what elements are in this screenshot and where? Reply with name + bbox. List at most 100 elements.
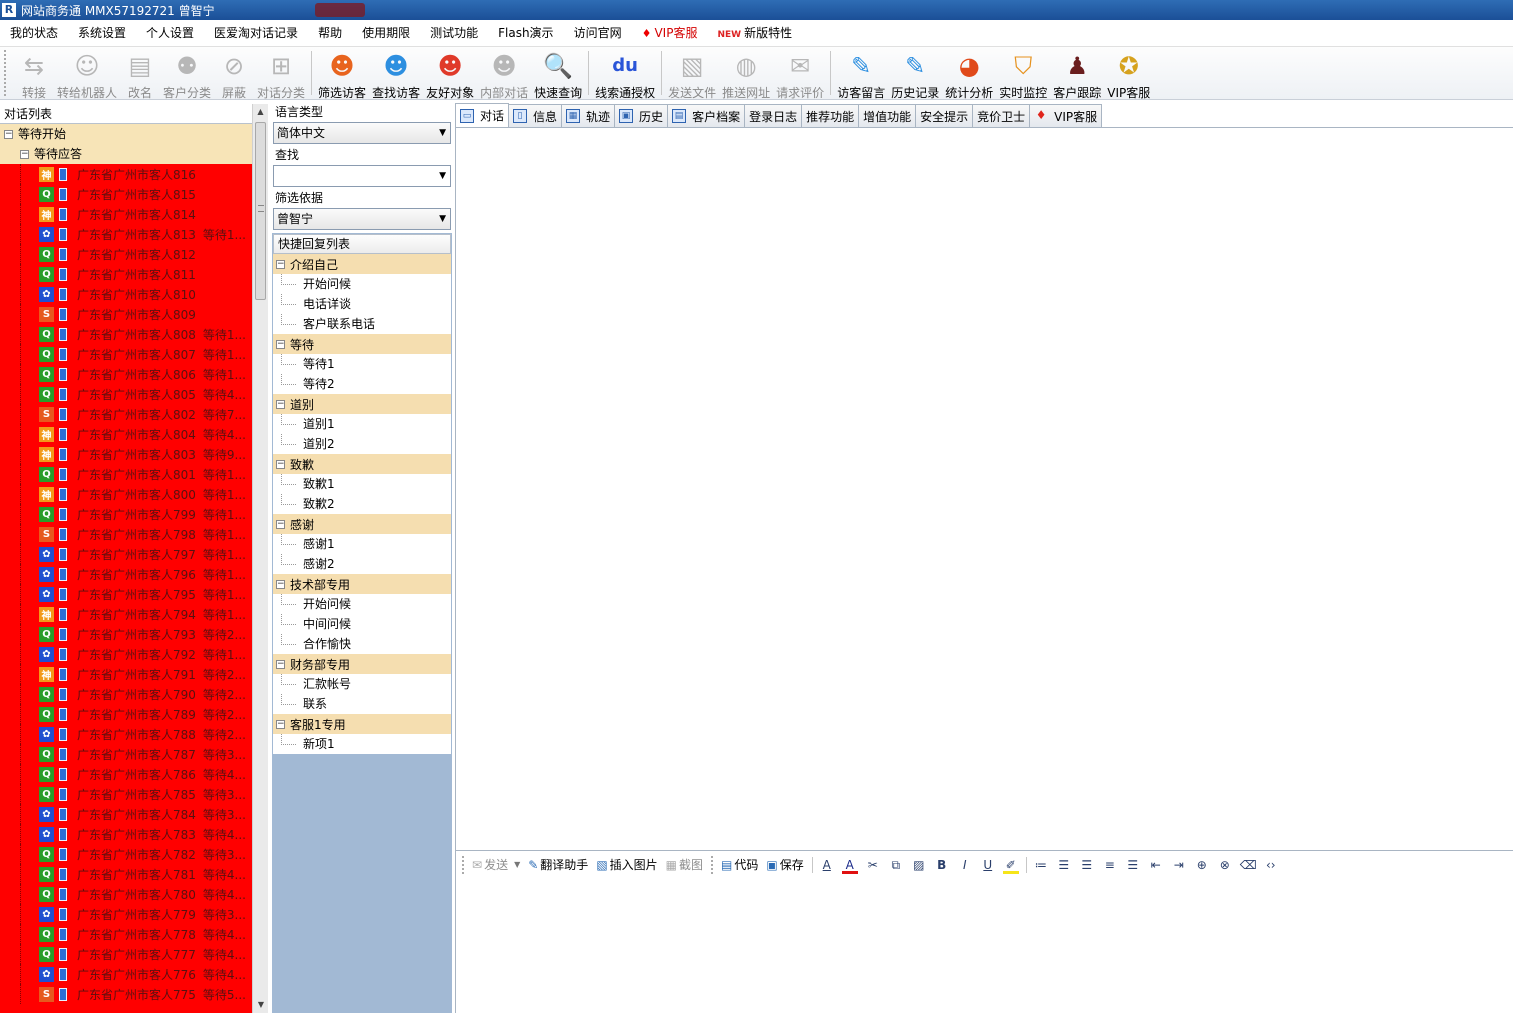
- toolbar-button[interactable]: ▧ 发送文件: [668, 47, 716, 101]
- outdent-icon[interactable]: ⇤: [1148, 856, 1164, 874]
- visitor-row[interactable]: Q 广东省广州市客人812: [0, 244, 252, 264]
- visitor-row[interactable]: Q 广东省广州市客人793 等待2...: [0, 624, 252, 644]
- visitor-row[interactable]: S 广东省广州市客人798 等待1...: [0, 524, 252, 544]
- toolbar-button[interactable]: ⛉ 实时监控: [999, 47, 1047, 101]
- toolbar-button[interactable]: ☻ 筛选访客: [318, 47, 366, 101]
- toolbar-button[interactable]: ⊞ 对话分类: [257, 47, 305, 101]
- visitor-row[interactable]: ✿ 广东省广州市客人783 等待4...: [0, 824, 252, 844]
- editor-button[interactable]: ✉ 发送 ▼: [472, 856, 520, 873]
- quick-reply-group[interactable]: − 致歉: [273, 454, 451, 474]
- group-wait-start[interactable]: − 等待开始: [0, 124, 252, 144]
- toolbar-button[interactable]: ♟ 客户跟踪: [1053, 47, 1101, 101]
- visitor-row[interactable]: Q 广东省广州市客人782 等待3...: [0, 844, 252, 864]
- visitor-row[interactable]: Q 广东省广州市客人799 等待1...: [0, 504, 252, 524]
- highlight-icon[interactable]: ✐: [1002, 856, 1019, 874]
- toolbar-button[interactable]: ◕ 统计分析: [945, 47, 993, 101]
- toolbar-button[interactable]: ▤ 改名: [123, 47, 157, 101]
- collapse-icon[interactable]: −: [276, 259, 285, 269]
- language-select[interactable]: 简体中文 ▼: [273, 122, 451, 144]
- menu-item[interactable]: 帮助: [308, 20, 352, 47]
- conversation-list-scrollbar[interactable]: ▲ ▼: [252, 104, 268, 1013]
- quick-reply-group[interactable]: − 技术部专用: [273, 574, 451, 594]
- ordered-list-icon[interactable]: ≔: [1033, 856, 1049, 874]
- toolbar-button[interactable]: ✎ 历史记录: [891, 47, 939, 101]
- editor-button[interactable]: ▤ 代码: [721, 856, 758, 873]
- visitor-row[interactable]: ✿ 广东省广州市客人797 等待1...: [0, 544, 252, 564]
- editor-button[interactable]: ▦ 截图: [666, 856, 703, 873]
- menu-item[interactable]: 访问官网: [564, 20, 632, 47]
- scroll-thumb[interactable]: [255, 122, 266, 300]
- visitor-row[interactable]: Q 广东省广州市客人815: [0, 184, 252, 204]
- cut-icon[interactable]: ✂: [865, 856, 881, 874]
- visitor-row[interactable]: ✿ 广东省广州市客人810: [0, 284, 252, 304]
- visitor-row[interactable]: 神 广东省广州市客人800 等待1...: [0, 484, 252, 504]
- menu-item[interactable]: 使用期限: [352, 20, 420, 47]
- search-combobox[interactable]: ▼: [273, 165, 451, 187]
- font-icon[interactable]: A: [819, 856, 835, 874]
- eraser-icon[interactable]: ⌫: [1240, 856, 1257, 874]
- visitor-row[interactable]: ✿ 广东省广州市客人792 等待1...: [0, 644, 252, 664]
- visitor-row[interactable]: Q 广东省广州市客人780 等待4...: [0, 884, 252, 904]
- visitor-row[interactable]: ✿ 广东省广州市客人795 等待1...: [0, 584, 252, 604]
- collapse-icon[interactable]: −: [276, 339, 285, 349]
- visitor-row[interactable]: 神 广东省广州市客人803 等待9...: [0, 444, 252, 464]
- copy-icon[interactable]: ⧉: [888, 856, 904, 874]
- toolbar-button[interactable]: du 线索通授权: [595, 47, 655, 101]
- group-wait-reply[interactable]: − 等待应答: [0, 144, 252, 164]
- visitor-row[interactable]: Q 广东省广州市客人781 等待4...: [0, 864, 252, 884]
- visitor-row[interactable]: Q 广东省广州市客人807 等待1...: [0, 344, 252, 364]
- italic-icon[interactable]: I: [957, 856, 973, 874]
- quick-reply-item[interactable]: 联系: [273, 694, 451, 714]
- chevron-down-icon[interactable]: ▼: [514, 860, 520, 869]
- collapse-icon[interactable]: −: [276, 459, 285, 469]
- quick-reply-group[interactable]: − 感谢: [273, 514, 451, 534]
- quick-reply-item[interactable]: 等待2: [273, 374, 451, 394]
- visitor-row[interactable]: Q 广东省广州市客人787 等待3...: [0, 744, 252, 764]
- quick-reply-item[interactable]: 致歉1: [273, 474, 451, 494]
- tab[interactable]: ▦ 轨迹: [561, 104, 616, 127]
- filter-select[interactable]: 曾智宁 ▼: [273, 208, 451, 230]
- collapse-icon[interactable]: −: [20, 149, 29, 159]
- visitor-row[interactable]: 神 广东省广州市客人794 等待1...: [0, 604, 252, 624]
- visitor-row[interactable]: ✿ 广东省广州市客人796 等待1...: [0, 564, 252, 584]
- editor-toolbar-grip[interactable]: [711, 855, 715, 874]
- menu-item[interactable]: ♦ VIP客服: [632, 20, 708, 47]
- tab[interactable]: 安全提示: [915, 104, 974, 127]
- visitor-row[interactable]: Q 广东省广州市客人808 等待1...: [0, 324, 252, 344]
- chat-history-area[interactable]: [455, 128, 1513, 850]
- tab[interactable]: ▣ 历史: [614, 104, 669, 127]
- toolbar-button[interactable]: ☺ 转给机器人: [57, 47, 117, 101]
- collapse-icon[interactable]: −: [276, 719, 285, 729]
- tab[interactable]: 登录日志: [744, 104, 803, 127]
- quick-reply-item[interactable]: 汇款帐号: [273, 674, 451, 694]
- menu-item[interactable]: 测试功能: [420, 20, 488, 47]
- toolbar-button[interactable]: ☻ 内部对话: [480, 47, 528, 101]
- menu-item[interactable]: 系统设置: [68, 20, 136, 47]
- menu-item[interactable]: Flash演示: [488, 20, 563, 47]
- toolbar-button[interactable]: ✪ VIP客服: [1107, 47, 1150, 101]
- font-color-icon[interactable]: A: [841, 856, 858, 874]
- collapse-icon[interactable]: −: [276, 579, 285, 589]
- visitor-row[interactable]: Q 广东省广州市客人777 等待4...: [0, 944, 252, 964]
- collapse-icon[interactable]: −: [276, 519, 285, 529]
- menu-item[interactable]: NEW 新版特性: [707, 20, 802, 47]
- quick-reply-item[interactable]: 感谢1: [273, 534, 451, 554]
- visitor-row[interactable]: 神 广东省广州市客人814: [0, 204, 252, 224]
- tab[interactable]: 竞价卫士: [972, 104, 1031, 127]
- visitor-row[interactable]: Q 广东省广州市客人811: [0, 264, 252, 284]
- editor-button[interactable]: ▧ 插入图片: [596, 856, 657, 873]
- toolbar-button[interactable]: ☻ 查找访客: [372, 47, 420, 101]
- quick-reply-group[interactable]: − 客服1专用: [273, 714, 451, 734]
- quick-reply-item[interactable]: 开始问候: [273, 594, 451, 614]
- visitor-row[interactable]: ✿ 广东省广州市客人813 等待1...: [0, 224, 252, 244]
- visitor-row[interactable]: 神 广东省广州市客人816: [0, 164, 252, 184]
- quick-reply-group[interactable]: − 财务部专用: [273, 654, 451, 674]
- tab[interactable]: ▤ 客户档案: [667, 104, 746, 127]
- visitor-row[interactable]: ✿ 广东省广州市客人784 等待3...: [0, 804, 252, 824]
- visitor-row[interactable]: Q 广东省广州市客人789 等待2...: [0, 704, 252, 724]
- underline-icon[interactable]: U: [980, 856, 996, 874]
- insert-link-icon[interactable]: ⊕: [1194, 856, 1210, 874]
- unordered-list-icon[interactable]: ☰: [1056, 856, 1072, 874]
- quick-reply-item[interactable]: 合作愉快: [273, 634, 451, 654]
- unlink-icon[interactable]: ⊗: [1217, 856, 1233, 874]
